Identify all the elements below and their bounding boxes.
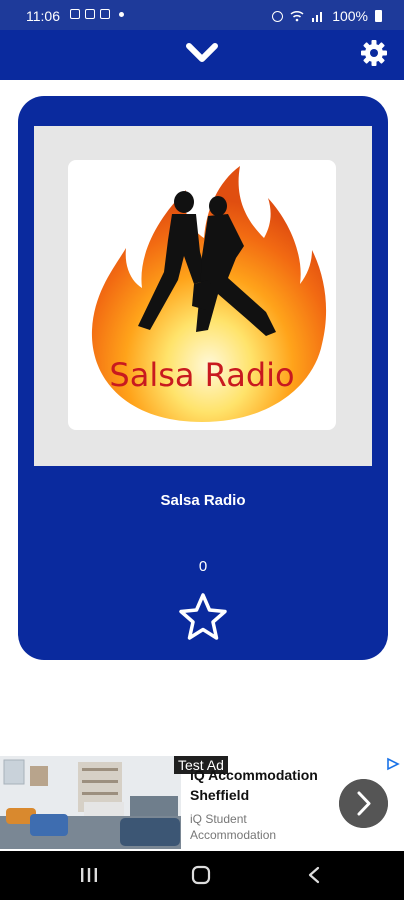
ad-title[interactable]: iQ Accommodation Sheffield bbox=[190, 765, 330, 805]
news-icon bbox=[100, 9, 110, 19]
more-notifications-icon bbox=[119, 11, 124, 17]
ad-advertiser[interactable]: iQ Student Accommodation bbox=[190, 811, 330, 843]
wifi-icon bbox=[290, 10, 304, 22]
status-time: 11:06 bbox=[26, 8, 60, 24]
system-icons: 100% bbox=[272, 8, 382, 24]
battery-icon bbox=[375, 10, 382, 22]
cell-signal-icon bbox=[312, 12, 323, 22]
ad-room-photo bbox=[0, 756, 181, 849]
battery-percent: 100% bbox=[332, 8, 368, 24]
home-icon[interactable] bbox=[191, 865, 211, 885]
gallery-icon bbox=[70, 9, 80, 19]
ad-open-button[interactable] bbox=[339, 779, 388, 828]
salsa-radio-logo-image: Salsa Radio bbox=[91, 166, 327, 422]
listener-count: 0 bbox=[198, 558, 208, 575]
station-card: Salsa Radio Salsa Radio 0 bbox=[18, 96, 388, 660]
app-icon bbox=[85, 9, 95, 19]
notification-icons bbox=[70, 9, 124, 19]
chevron-down-icon[interactable] bbox=[184, 38, 220, 68]
ad-choices-icon[interactable] bbox=[386, 757, 400, 771]
back-icon[interactable] bbox=[308, 866, 320, 884]
station-logo: Salsa Radio bbox=[68, 160, 336, 430]
station-artwork-frame: Salsa Radio bbox=[34, 126, 372, 466]
ad-banner[interactable]: Test Ad iQ Accommodation Sheffield iQ St… bbox=[0, 753, 404, 851]
alarm-icon bbox=[272, 10, 284, 22]
main-content: Salsa Radio Salsa Radio 0 bbox=[0, 80, 404, 846]
system-nav-bar bbox=[0, 851, 404, 900]
top-bar bbox=[0, 30, 404, 80]
status-bar: 11:06 100% bbox=[0, 0, 404, 30]
logo-text: Salsa Radio bbox=[109, 356, 294, 394]
recents-icon[interactable] bbox=[80, 867, 98, 883]
station-name: Salsa Radio bbox=[160, 492, 246, 509]
gear-icon[interactable] bbox=[360, 39, 388, 67]
favorite-star-icon[interactable] bbox=[178, 592, 228, 642]
ad-image[interactable] bbox=[0, 756, 181, 849]
